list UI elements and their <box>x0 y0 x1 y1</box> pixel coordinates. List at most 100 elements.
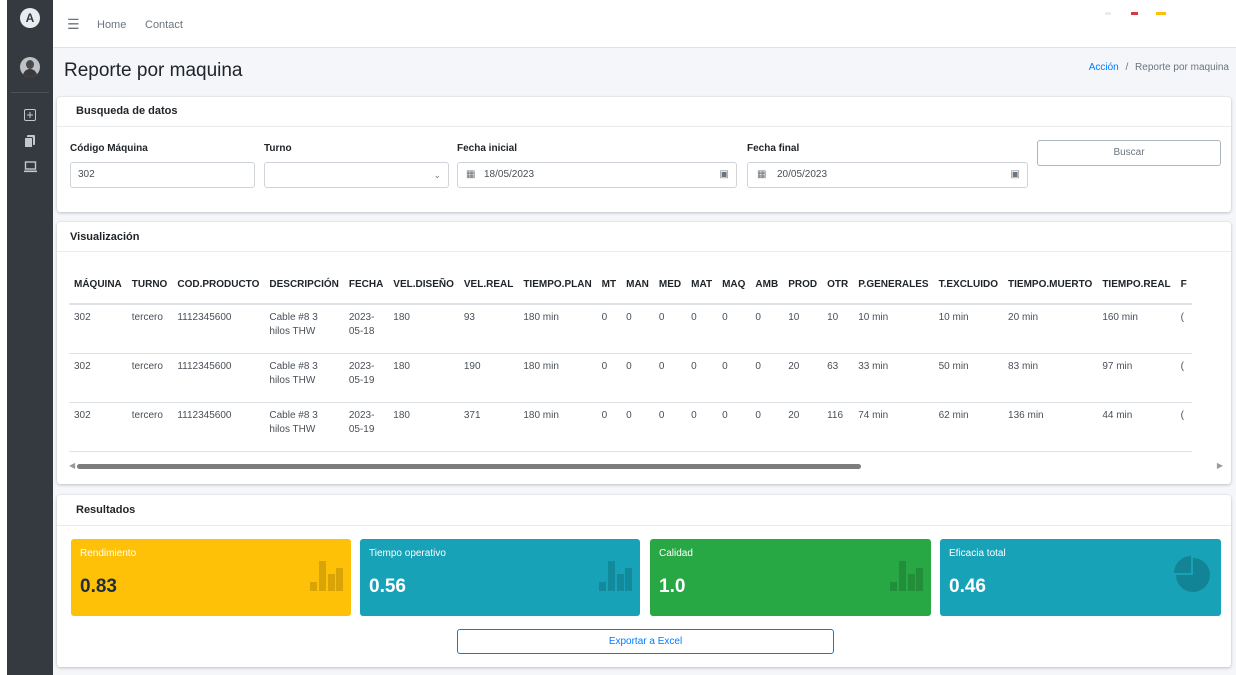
table-cell: 20 <box>783 353 823 403</box>
table-cell: 62 min <box>933 402 1004 452</box>
table-cell: 0 <box>596 402 622 452</box>
table-cell: 2023-05-19 <box>343 353 389 403</box>
table-cell: 33 min <box>853 353 934 403</box>
kpi-rendimiento: Rendimiento 0.83 <box>71 539 351 616</box>
table-cell: 0 <box>717 402 751 452</box>
kpi-tiempo-operativo: Tiempo operativo 0.56 <box>360 539 640 616</box>
search-card-title: Busqueda de datos <box>76 105 178 117</box>
kpi-label: Calidad <box>659 548 693 559</box>
pie-chart-icon <box>1174 556 1212 594</box>
column-header: F <box>1175 266 1192 305</box>
column-header: MT <box>596 266 622 305</box>
table-cell: 371 <box>458 402 519 452</box>
results-card-title: Resultados <box>76 504 136 516</box>
bar-chart-icon <box>307 561 343 591</box>
end-date-input[interactable]: ▦ 20/05/2023 ▣ <box>747 162 1028 188</box>
table-cell: 10 min <box>853 304 934 354</box>
breadcrumb-link[interactable]: Acción <box>1089 62 1119 73</box>
table-cell: 0 <box>750 402 784 452</box>
calendar-picker-icon[interactable]: ▣ <box>720 163 729 187</box>
search-card: Busqueda de datos Código Máquina 302 Tur… <box>57 97 1231 212</box>
table-cell: 160 min <box>1097 304 1176 354</box>
table-cell: 0 <box>596 353 622 403</box>
column-header: VEL.REAL <box>458 266 519 305</box>
shift-select[interactable]: ⌄ <box>264 162 449 188</box>
shift-label: Turno <box>264 143 292 154</box>
table-cell: ( <box>1175 353 1192 403</box>
table-scroll-area[interactable]: MÁQUINA TURNO COD.PRODUCTO DESCRIPCIÓN FECHA… <box>57 222 1219 458</box>
table-cell: 0 <box>750 353 784 403</box>
table-cell: 0 <box>750 304 784 354</box>
column-header: VEL.DISEÑO <box>388 266 459 305</box>
nav-indicator <box>1105 12 1111 15</box>
copy-icon[interactable] <box>22 135 38 151</box>
nav-link-home[interactable]: Home <box>97 19 126 31</box>
table-cell: 190 <box>458 353 519 403</box>
table-cell: 180 <box>388 304 459 354</box>
visualization-card: Visualización MÁQUINA TURNO COD.PRODUCTO DE… <box>57 222 1231 484</box>
table-cell: 0 <box>621 304 654 354</box>
menu-toggle-icon[interactable]: ☰ <box>67 17 80 31</box>
search-button[interactable]: Buscar <box>1037 140 1221 166</box>
kpi-eficacia-total: Eficacia total 0.46 <box>940 539 1221 616</box>
scroll-left-arrow-icon[interactable]: ◀ <box>69 461 75 470</box>
bar-chart-icon <box>887 561 923 591</box>
calendar-picker-icon[interactable]: ▣ <box>1011 163 1020 187</box>
export-excel-button[interactable]: Exportar a Excel <box>457 629 834 654</box>
table-cell: Cable #8 3 hilos THW <box>264 304 344 354</box>
column-header: MAN <box>621 266 654 305</box>
user-avatar[interactable] <box>20 57 40 77</box>
table-cell: tercero <box>126 353 173 403</box>
brand-logo[interactable]: A <box>20 8 40 28</box>
table-cell: Cable #8 3 hilos THW <box>264 402 344 452</box>
table-cell: 63 <box>822 353 854 403</box>
column-header: TIEMPO.MUERTO <box>1003 266 1098 305</box>
table-cell: 180 <box>388 402 459 452</box>
top-navbar: ☰ Home Contact <box>53 0 1236 48</box>
table-cell: 10 min <box>933 304 1004 354</box>
start-date-value: 18/05/2023 <box>484 169 535 180</box>
grid-plus-icon[interactable] <box>22 109 38 125</box>
chevron-down-icon: ⌄ <box>433 170 441 180</box>
table-cell: 1112345600 <box>172 304 265 354</box>
column-header: TURNO <box>126 266 173 305</box>
laptop-icon[interactable] <box>22 161 38 177</box>
page-title: Reporte por maquina <box>64 60 243 81</box>
column-header: MÁQUINA <box>69 266 127 305</box>
table-cell: 0 <box>621 353 654 403</box>
horizontal-scrollbar[interactable]: ◀ ▶ <box>69 461 1223 470</box>
machine-code-label: Código Máquina <box>70 143 148 154</box>
nav-link-contact[interactable]: Contact <box>145 19 183 31</box>
column-header: P.GENERALES <box>853 266 934 305</box>
table-cell: 2023-05-19 <box>343 402 389 452</box>
breadcrumb-separator: / <box>1125 62 1129 73</box>
table-cell: 0 <box>686 402 718 452</box>
start-date-label: Fecha inicial <box>457 143 518 154</box>
table-row: 302 tercero 1112345600 Cable #8 3 hilos THW… <box>69 402 1192 452</box>
table-cell: 302 <box>69 402 127 452</box>
table-cell: 0 <box>596 304 622 354</box>
table-cell: 0 <box>686 353 718 403</box>
table-cell: 136 min <box>1003 402 1098 452</box>
table-cell: 10 <box>822 304 854 354</box>
machine-code-input[interactable]: 302 <box>70 162 255 188</box>
kpi-value: 1.0 <box>659 576 686 597</box>
column-header: AMB <box>750 266 784 305</box>
table-cell: tercero <box>126 304 173 354</box>
table-cell: 0 <box>653 304 687 354</box>
nav-indicator <box>1131 12 1138 15</box>
scroll-right-arrow-icon[interactable]: ▶ <box>1217 461 1223 470</box>
column-header: DESCRIPCIÓN <box>264 266 344 305</box>
table-cell: ( <box>1175 402 1192 452</box>
column-header: MAQ <box>717 266 751 305</box>
kpi-value: 0.46 <box>949 576 986 597</box>
table-cell: Cable #8 3 hilos THW <box>264 353 344 403</box>
table-cell: 302 <box>69 304 127 354</box>
table-cell: 180 min <box>518 304 597 354</box>
scrollbar-thumb[interactable] <box>77 464 861 469</box>
start-date-input[interactable]: ▦ 18/05/2023 ▣ <box>457 162 737 188</box>
table-cell: 44 min <box>1097 402 1176 452</box>
table-cell: 116 <box>822 402 854 452</box>
table-cell: 0 <box>717 353 751 403</box>
table-cell: 0 <box>686 304 718 354</box>
